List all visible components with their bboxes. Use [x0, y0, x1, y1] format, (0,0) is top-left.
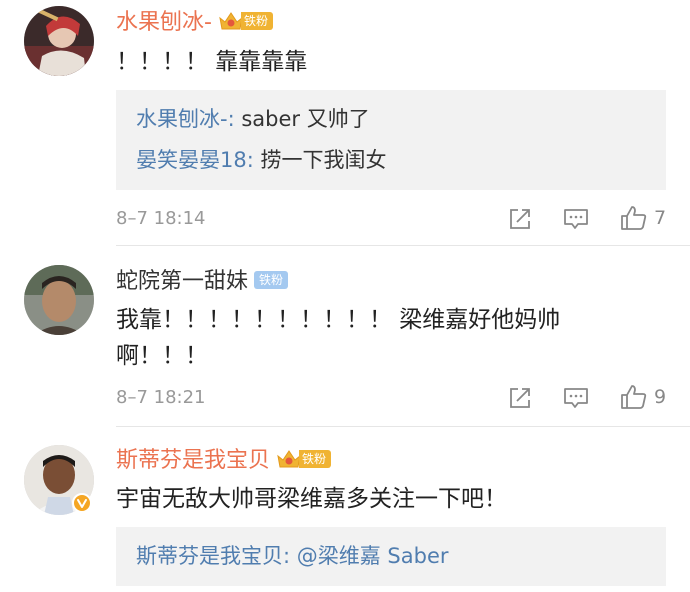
- share-icon: [510, 209, 530, 229]
- fan-label: 铁粉: [299, 450, 332, 468]
- comment-text: 我靠！！！！！！！！！！ 梁维嘉好他妈帅 啊！！！: [116, 307, 561, 369]
- fan-badge: 铁粉: [276, 448, 332, 470]
- reply-author[interactable]: 斯蒂芬是我宝贝: [136, 544, 283, 568]
- share-button[interactable]: [508, 384, 532, 412]
- reply-item[interactable]: 晏笑晏晏18: 捞一下我闺女: [136, 145, 387, 175]
- fan-label: 铁粉: [240, 12, 273, 30]
- reply-author[interactable]: 晏笑晏晏18: [136, 148, 247, 172]
- username[interactable]: 斯蒂芬是我宝贝 铁粉: [116, 446, 332, 476]
- reply-box[interactable]: 水果刨冰-: saber 又帅了 晏笑晏晏18: 捞一下我闺女: [116, 90, 666, 190]
- avatar-image: [24, 6, 94, 76]
- timestamp: 8–7 18:21: [116, 387, 206, 408]
- reply-text[interactable]: @梁维嘉 Saber: [290, 544, 449, 568]
- reply-sep: :: [227, 107, 235, 131]
- reply-text: 捞一下我闺女: [253, 148, 387, 172]
- reply-item[interactable]: 斯蒂芬是我宝贝: @梁维嘉 Saber: [136, 541, 449, 571]
- timestamp: 8–7 18:14: [116, 208, 206, 229]
- comment-text: ！！！！ 靠靠靠靠: [116, 49, 308, 75]
- comment-button[interactable]: [563, 384, 589, 412]
- like-count: 9: [654, 386, 667, 408]
- comment-icon: [564, 388, 588, 408]
- like-button[interactable]: 7: [620, 204, 666, 232]
- share-button[interactable]: [508, 205, 532, 233]
- reply-item[interactable]: 水果刨冰-: saber 又帅了: [136, 104, 370, 134]
- avatar[interactable]: [24, 265, 94, 335]
- comment-3: 斯蒂芬是我宝贝 铁粉 宇宙无敌大帅哥梁维嘉多关注一下吧！ 斯蒂芬是我宝贝: @梁…: [0, 427, 690, 592]
- reply-box[interactable]: 斯蒂芬是我宝贝: @梁维嘉 Saber: [116, 527, 666, 586]
- avatar[interactable]: [24, 6, 94, 76]
- share-icon: [510, 388, 530, 408]
- fan-label: 铁粉: [254, 271, 289, 289]
- avatar-image: [24, 265, 94, 335]
- reply-text: saber 又帅了: [234, 107, 370, 131]
- comment-2: 蛇院第一甜妹 铁粉 我靠！！！！！！！！！！ 梁维嘉好他妈帅 啊！！！ 8–7 …: [0, 246, 690, 436]
- thumbs-up-icon: [621, 385, 647, 409]
- thumbs-up-icon: [621, 206, 647, 230]
- reply-sep: :: [246, 148, 254, 172]
- fan-badge: 铁粉: [218, 10, 273, 32]
- like-button[interactable]: 9: [620, 383, 666, 411]
- comment-icon: [564, 209, 588, 229]
- username[interactable]: 水果刨冰- 铁粉: [116, 8, 273, 38]
- comment-button[interactable]: [563, 205, 589, 233]
- username[interactable]: 蛇院第一甜妹 铁粉: [116, 267, 289, 297]
- comment-1: 水果刨冰- 铁粉 ！！！！ 靠靠靠靠 水果刨冰-: saber 又帅了 晏笑晏晏…: [0, 0, 690, 245]
- comment-text: 宇宙无敌大帅哥梁维嘉多关注一下吧！: [116, 486, 507, 512]
- like-count: 7: [654, 207, 667, 229]
- fan-badge: 铁粉: [254, 269, 289, 291]
- verified-v-icon: [72, 493, 92, 513]
- reply-author[interactable]: 水果刨冰-: [136, 107, 228, 131]
